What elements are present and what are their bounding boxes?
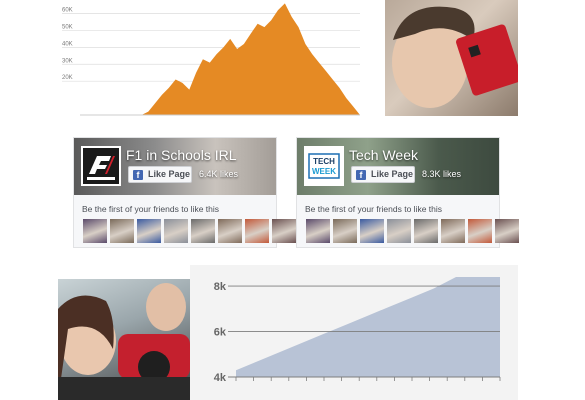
friend-avatar[interactable]: [360, 219, 384, 243]
friend-avatar[interactable]: [83, 219, 107, 243]
friend-avatar[interactable]: [468, 219, 492, 243]
likes-area-chart-panel: 4k 6k 8k: [190, 265, 518, 400]
page-name[interactable]: Tech Week: [349, 147, 418, 163]
likes-area-chart-bottom: 4k 6k 8k: [214, 277, 501, 384]
friend-avatar[interactable]: [414, 219, 438, 243]
friend-avatar[interactable]: [387, 219, 411, 243]
likes-count: 8.3K likes: [422, 169, 462, 179]
clothing-shape: [58, 377, 190, 400]
friend-avatar[interactable]: [306, 219, 330, 243]
friend-avatar[interactable]: [272, 219, 296, 243]
svg-text:TECH: TECH: [313, 157, 335, 166]
friend-avatar[interactable]: [495, 219, 519, 243]
y-tick-label: 60K: [62, 8, 73, 14]
svg-text:WEEK: WEEK: [312, 167, 336, 176]
friend-avatar[interactable]: [191, 219, 215, 243]
friends-text: Be the first of your friends to like thi…: [305, 204, 443, 214]
y-tick-label: 6k: [214, 327, 227, 339]
y-tick-label: 30K: [62, 58, 73, 64]
likes-count: 6.4K likes: [199, 169, 239, 179]
page-name[interactable]: F1 in Schools IRL: [126, 147, 237, 163]
friend-avatar[interactable]: [164, 219, 188, 243]
area-series: [236, 277, 500, 377]
followers-area-chart-top: 20K 30K 40K 50K 60K: [62, 3, 360, 116]
like-label: Like Page: [371, 169, 414, 179]
like-page-button[interactable]: f Like Page: [351, 166, 415, 183]
students-with-f1-car-photo: [58, 279, 190, 400]
like-label: Like Page: [148, 169, 191, 179]
friend-avatar[interactable]: [441, 219, 465, 243]
boy-with-circuit-board-photo: [385, 0, 518, 116]
y-tick-label: 4k: [214, 372, 227, 384]
like-page-button[interactable]: f Like Page: [128, 166, 192, 183]
friend-avatar[interactable]: [245, 219, 269, 243]
friend-avatar[interactable]: [333, 219, 357, 243]
tech-week-logo-icon[interactable]: TECH WEEK: [304, 146, 344, 186]
area-series: [80, 3, 360, 115]
y-tick-label: 20K: [62, 75, 73, 81]
facebook-page-card-tech-week[interactable]: TECH WEEK Tech Week f Like Page 8.3K lik…: [296, 137, 519, 248]
y-tick-label: 50K: [62, 24, 73, 30]
facebook-page-card-f1-in-schools[interactable]: F1 in Schools IRL f Like Page 6.4K likes…: [73, 137, 296, 248]
face-shape: [146, 283, 186, 331]
facebook-icon: f: [133, 170, 143, 180]
friend-avatar[interactable]: [110, 219, 134, 243]
facebook-icon: f: [356, 170, 366, 180]
friends-text: Be the first of your friends to like thi…: [82, 204, 220, 214]
y-tick-label: 8k: [214, 281, 227, 293]
y-tick-label: 40K: [62, 41, 73, 47]
friend-avatar[interactable]: [137, 219, 161, 243]
friend-avatar[interactable]: [218, 219, 242, 243]
f1-in-schools-logo-icon[interactable]: [81, 146, 121, 186]
